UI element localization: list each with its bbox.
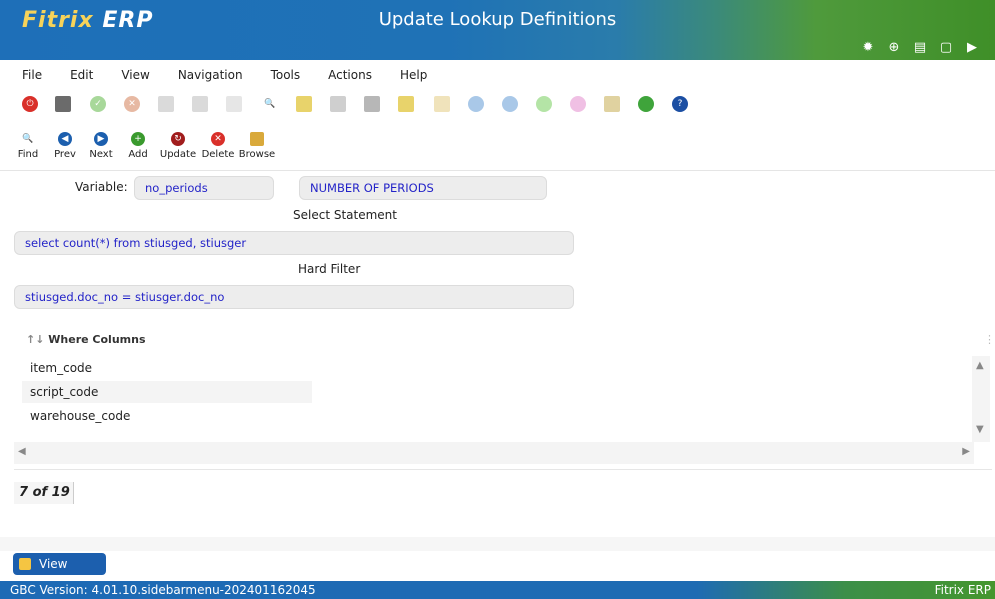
view-detail-button[interactable]: View Detail	[13, 553, 106, 593]
where-columns-title: Where Columns	[48, 333, 146, 346]
version-text: GBC Version: 4.01.10.sidebarmenu-2024011…	[10, 583, 316, 597]
remove-row-icon[interactable]	[570, 96, 586, 112]
copy-page-icon[interactable]	[158, 96, 174, 112]
hard-filter-label: Hard Filter	[298, 262, 361, 276]
browse-icon	[250, 132, 264, 146]
scroll-down-icon[interactable]: ▼	[976, 424, 984, 435]
page-title: Update Lookup Definitions	[378, 9, 617, 30]
menu-tools[interactable]: Tools	[271, 64, 301, 86]
app-header: Fitrix ERP Update Lookup Definitions ✹ ⊕…	[0, 0, 995, 60]
icon-toolbar: ⏻ ✓ ✕ 🔍 ?	[0, 96, 995, 116]
table-divider	[14, 469, 992, 470]
browse-button[interactable]: Browse	[232, 132, 282, 160]
up-icon[interactable]	[502, 96, 518, 112]
table-icon[interactable]	[434, 96, 450, 112]
menu-actions[interactable]: Actions	[328, 64, 372, 86]
gear-icon[interactable]: ✹	[855, 38, 881, 58]
footer-brand: Fitrix ERP	[934, 583, 991, 597]
toolbar-divider	[0, 170, 995, 171]
status-footer: GBC Version: 4.01.10.sidebarmenu-2024011…	[0, 581, 995, 599]
column-menu-icon[interactable]: ⋮	[984, 333, 995, 346]
add-icon: +	[131, 132, 145, 146]
document-edit-icon[interactable]	[364, 96, 380, 112]
sort-icon: ↑↓	[26, 333, 45, 346]
scroll-right-icon[interactable]: ▶	[962, 446, 970, 457]
update-icon: ↻	[171, 132, 185, 146]
header-icons: ✹ ⊕ ▤ ▢ ▶	[855, 38, 985, 58]
power-icon[interactable]: ⏻	[22, 96, 38, 112]
cancel-icon[interactable]: ✕	[124, 96, 140, 112]
find-icon: 🔍	[21, 132, 35, 146]
menu-navigation[interactable]: Navigation	[178, 64, 243, 86]
table-row[interactable]: script_code	[22, 381, 312, 403]
bottom-panel	[0, 537, 995, 551]
down-icon[interactable]	[468, 96, 484, 112]
menu-edit[interactable]: Edit	[70, 64, 93, 86]
zoom-icon[interactable]: 🔍	[262, 96, 278, 112]
menu-file[interactable]: File	[22, 64, 42, 86]
document-icon[interactable]: ▤	[907, 38, 933, 58]
add-row-icon[interactable]	[536, 96, 552, 112]
variable-label: Variable:	[75, 180, 128, 194]
help-icon[interactable]: ?	[672, 96, 688, 112]
scroll-up-icon[interactable]: ▲	[976, 360, 984, 371]
document-copy-icon[interactable]	[330, 96, 346, 112]
scroll-left-icon[interactable]: ◀	[18, 446, 26, 457]
grid-icon[interactable]	[226, 96, 242, 112]
paste-icon[interactable]	[192, 96, 208, 112]
copy-icon[interactable]	[55, 96, 71, 112]
arrow-right-icon[interactable]: ▶	[959, 38, 985, 58]
select-statement-label: Select Statement	[293, 208, 397, 222]
menu-bar: File Edit View Navigation Tools Actions …	[0, 64, 427, 86]
filter-icon[interactable]	[604, 96, 620, 112]
variable-description-field[interactable]: NUMBER OF PERIODS	[299, 176, 547, 200]
view-detail-icon	[19, 558, 31, 570]
table-row[interactable]: warehouse_code	[22, 405, 312, 427]
variable-field[interactable]: no_periods	[134, 176, 274, 200]
table-row[interactable]: item_code	[22, 357, 312, 379]
record-count: 7 of 19	[14, 482, 74, 504]
checklist-icon[interactable]	[398, 96, 414, 112]
vertical-scrollbar[interactable]: ▲ ▼	[972, 356, 990, 442]
menu-view[interactable]: View	[121, 64, 149, 86]
menu-help[interactable]: Help	[400, 64, 427, 86]
delete-icon: ✕	[211, 132, 225, 146]
settings-icon[interactable]: ⊕	[881, 38, 907, 58]
prev-icon: ◀	[58, 132, 72, 146]
hard-filter-field[interactable]: stiusged.doc_no = stiusger.doc_no	[14, 285, 574, 309]
browse-label: Browse	[238, 149, 276, 160]
chart-icon[interactable]	[638, 96, 654, 112]
accept-icon[interactable]: ✓	[90, 96, 106, 112]
where-columns-header[interactable]: ↑↓ Where Columns	[26, 333, 146, 346]
notes-icon[interactable]	[296, 96, 312, 112]
new-document-icon[interactable]: ▢	[933, 38, 959, 58]
next-icon: ▶	[94, 132, 108, 146]
select-statement-field[interactable]: select count(*) from stiusged, stiusger	[14, 231, 574, 255]
horizontal-scrollbar[interactable]: ◀ ▶	[14, 442, 974, 464]
